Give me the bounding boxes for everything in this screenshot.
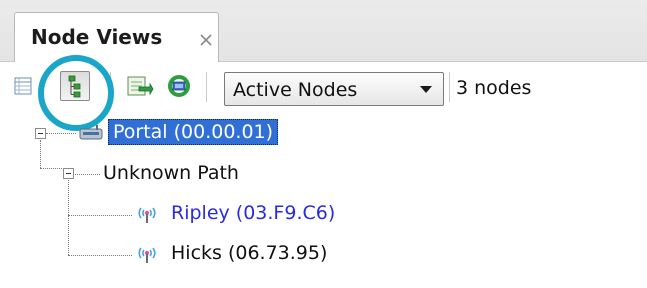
export-icon bbox=[127, 76, 154, 96]
list-view-icon bbox=[14, 77, 32, 95]
close-icon[interactable] bbox=[198, 32, 214, 48]
toolbar-separator bbox=[449, 72, 450, 102]
tree-node-portal[interactable]: Portal (00.00.01) bbox=[108, 119, 279, 145]
dropdown-selected-value: Active Nodes bbox=[233, 79, 358, 101]
collapse-toggle-unknown-path[interactable] bbox=[63, 168, 74, 179]
tree-connector bbox=[68, 180, 69, 255]
tab-node-views[interactable]: Node Views bbox=[14, 12, 219, 63]
tree-connector bbox=[75, 174, 100, 175]
list-view-button[interactable] bbox=[10, 71, 40, 101]
tree-connector bbox=[40, 140, 41, 168]
tree-connector bbox=[68, 215, 132, 216]
wireless-node-icon bbox=[138, 207, 156, 223]
tree-connector bbox=[40, 168, 62, 169]
node-filter-dropdown[interactable]: Active Nodes bbox=[224, 72, 444, 106]
collapse-toggle-portal[interactable] bbox=[35, 128, 46, 139]
portal-device-icon bbox=[79, 125, 103, 140]
tree-connector bbox=[46, 133, 76, 134]
node-tree: Portal (00.00.01) Unknown Path Ripley (0… bbox=[0, 112, 647, 288]
wireless-node-icon bbox=[138, 247, 156, 263]
tree-connector bbox=[68, 255, 132, 256]
tree-node-unknown-path[interactable]: Unknown Path bbox=[103, 162, 239, 184]
export-button[interactable] bbox=[124, 71, 154, 101]
refresh-icon bbox=[168, 75, 190, 97]
tree-view-button[interactable] bbox=[60, 71, 90, 101]
tab-strip: Node Views bbox=[0, 0, 647, 63]
toolbar: Active Nodes 3 nodes bbox=[0, 62, 647, 112]
tree-view-icon bbox=[68, 75, 81, 98]
toolbar-separator bbox=[206, 72, 207, 102]
tab-title: Node Views bbox=[31, 25, 163, 49]
tree-node-hicks[interactable]: Hicks (06.73.95) bbox=[171, 242, 327, 264]
toolbar-separator bbox=[110, 72, 111, 102]
chevron-down-icon[interactable] bbox=[415, 79, 437, 99]
node-count: 3 nodes bbox=[456, 77, 532, 99]
node-views-panel: Node Views Active Nodes 3 nodes Portal (… bbox=[0, 0, 647, 288]
tree-node-ripley[interactable]: Ripley (03.F9.C6) bbox=[171, 202, 335, 224]
refresh-button[interactable] bbox=[164, 71, 194, 101]
